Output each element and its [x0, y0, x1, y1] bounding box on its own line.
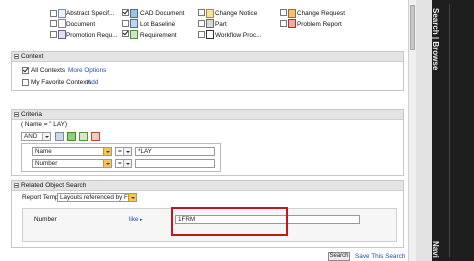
type-label-document: Document	[66, 21, 96, 28]
criteria-rows: Name = *LAY Number =	[21, 143, 221, 172]
workflow-process-icon	[206, 30, 214, 39]
type-label-lot-baseline: Lot Baseline	[140, 21, 176, 28]
operator-select-name[interactable]: =	[115, 147, 132, 156]
criteria-value-input-number[interactable]	[135, 159, 215, 168]
chevron-down-icon	[42, 133, 50, 140]
type-label-change-request: Change Request	[297, 10, 345, 17]
panel-separator	[449, 4, 450, 257]
type-checkbox-document[interactable]	[50, 20, 57, 27]
abstract-spec-icon	[58, 9, 66, 18]
context-section-header: Context	[12, 52, 403, 62]
chevron-down-icon	[103, 148, 111, 155]
type-checkbox-abstract-spec[interactable]	[50, 10, 57, 17]
attribute-select-value: Name	[35, 148, 52, 155]
change-notice-icon	[206, 9, 214, 18]
criteria-expression: ( Name = " LAY)	[21, 121, 68, 128]
attribute-select-number[interactable]: Number	[32, 159, 112, 168]
collapse-icon[interactable]	[14, 183, 19, 188]
attribute-select-name[interactable]: Name	[32, 147, 112, 156]
report-template-value: Layouts referenced by Fo	[60, 194, 132, 201]
collapse-icon[interactable]	[14, 54, 19, 59]
context-section: Context All Contexts More Options My Fav…	[11, 51, 404, 91]
requirement-icon	[130, 30, 138, 39]
operator-select-number[interactable]: =	[115, 159, 132, 168]
type-label-cad-document: CAD Document	[140, 10, 185, 17]
operator-select-value: =	[118, 160, 122, 167]
more-options-link[interactable]: More Options	[68, 67, 106, 74]
search-button-label: Search	[329, 253, 349, 259]
add-criterion-icon[interactable]	[67, 132, 76, 141]
type-label-part: Part	[215, 21, 227, 28]
highlight-box	[171, 207, 288, 236]
type-checkbox-change-request[interactable]	[280, 9, 287, 16]
all-contexts-checkbox[interactable]	[22, 67, 29, 74]
collapse-icon[interactable]	[14, 112, 19, 117]
type-label-promotion-request: Promotion Requ...	[66, 32, 118, 39]
add-group-icon[interactable]	[55, 132, 64, 141]
part-icon	[206, 19, 214, 28]
all-contexts-label: All Contexts	[31, 67, 66, 74]
criteria-section: Criteria ( Name = " LAY) AND Name = *LAY…	[11, 109, 404, 176]
type-checkbox-cad-document[interactable]	[122, 9, 129, 16]
related-section-title: Related Object Search	[21, 182, 87, 189]
criteria-section-title: Criteria	[21, 111, 42, 118]
context-section-title: Context	[21, 53, 44, 60]
navigator-panel: Search | Browse Navi	[431, 0, 474, 261]
type-checkbox-workflow-process[interactable]	[198, 31, 205, 38]
type-label-workflow-process: Workflow Proc...	[215, 32, 262, 39]
add-subgroup-icon[interactable]	[79, 132, 88, 141]
chevron-down-icon	[103, 160, 111, 167]
report-template-select[interactable]: Layouts referenced by Fo	[57, 193, 137, 202]
save-this-search-link[interactable]: Save This Search	[355, 253, 405, 260]
type-checkbox-problem-report[interactable]	[280, 20, 287, 27]
add-context-link[interactable]: Add	[87, 79, 98, 86]
chevron-down-icon	[123, 148, 131, 155]
related-section-header: Related Object Search	[12, 181, 403, 191]
chevron-down-icon	[128, 194, 136, 201]
cad-document-icon	[130, 9, 138, 18]
remove-criterion-icon[interactable]	[91, 132, 100, 141]
chevron-down-icon	[123, 160, 131, 167]
type-label-abstract-spec: Abstract Specif...	[66, 10, 115, 17]
type-checkbox-requirement[interactable]	[122, 30, 129, 37]
type-checkbox-part[interactable]	[198, 20, 205, 27]
criteria-value-input-name[interactable]: *LAY	[135, 147, 215, 156]
my-favorite-contexts-checkbox[interactable]	[22, 79, 29, 86]
like-operator-text: like	[129, 216, 139, 223]
scrollbar-thumb[interactable]	[410, 5, 415, 50]
type-checkbox-change-notice[interactable]	[198, 9, 205, 16]
type-label-requirement: Requirement	[140, 32, 177, 39]
type-label-change-notice: Change Notice	[215, 10, 258, 17]
type-label-problem-report: Problem Report	[297, 21, 342, 28]
criteria-section-header: Criteria	[12, 110, 403, 120]
logic-operator-value: AND	[24, 133, 38, 140]
promotion-request-icon	[58, 30, 66, 39]
operator-select-value: =	[118, 148, 122, 155]
vertical-scrollbar[interactable]	[408, 0, 416, 261]
type-checkbox-lot-baseline[interactable]	[122, 20, 129, 27]
logic-operator-select[interactable]: AND	[21, 132, 51, 141]
document-icon	[58, 19, 66, 28]
lot-baseline-icon	[130, 19, 138, 28]
related-field-label: Number	[34, 216, 57, 223]
change-request-icon	[288, 9, 296, 18]
like-operator-link[interactable]: like ▸	[129, 216, 143, 223]
attribute-select-value: Number	[35, 160, 58, 167]
search-browse-tab[interactable]: Search | Browse	[431, 8, 440, 70]
problem-report-icon	[288, 19, 296, 28]
criteria-value-text: *LAY	[138, 148, 152, 155]
type-checkbox-promotion-request[interactable]	[50, 31, 57, 38]
panel-divider	[416, 0, 432, 261]
caret-down-icon: ▸	[138, 217, 143, 223]
search-button[interactable]: Search	[328, 252, 350, 261]
navigator-tab[interactable]: Navi	[431, 241, 440, 258]
my-favorite-contexts-label: My Favorite Contexts	[31, 79, 92, 86]
